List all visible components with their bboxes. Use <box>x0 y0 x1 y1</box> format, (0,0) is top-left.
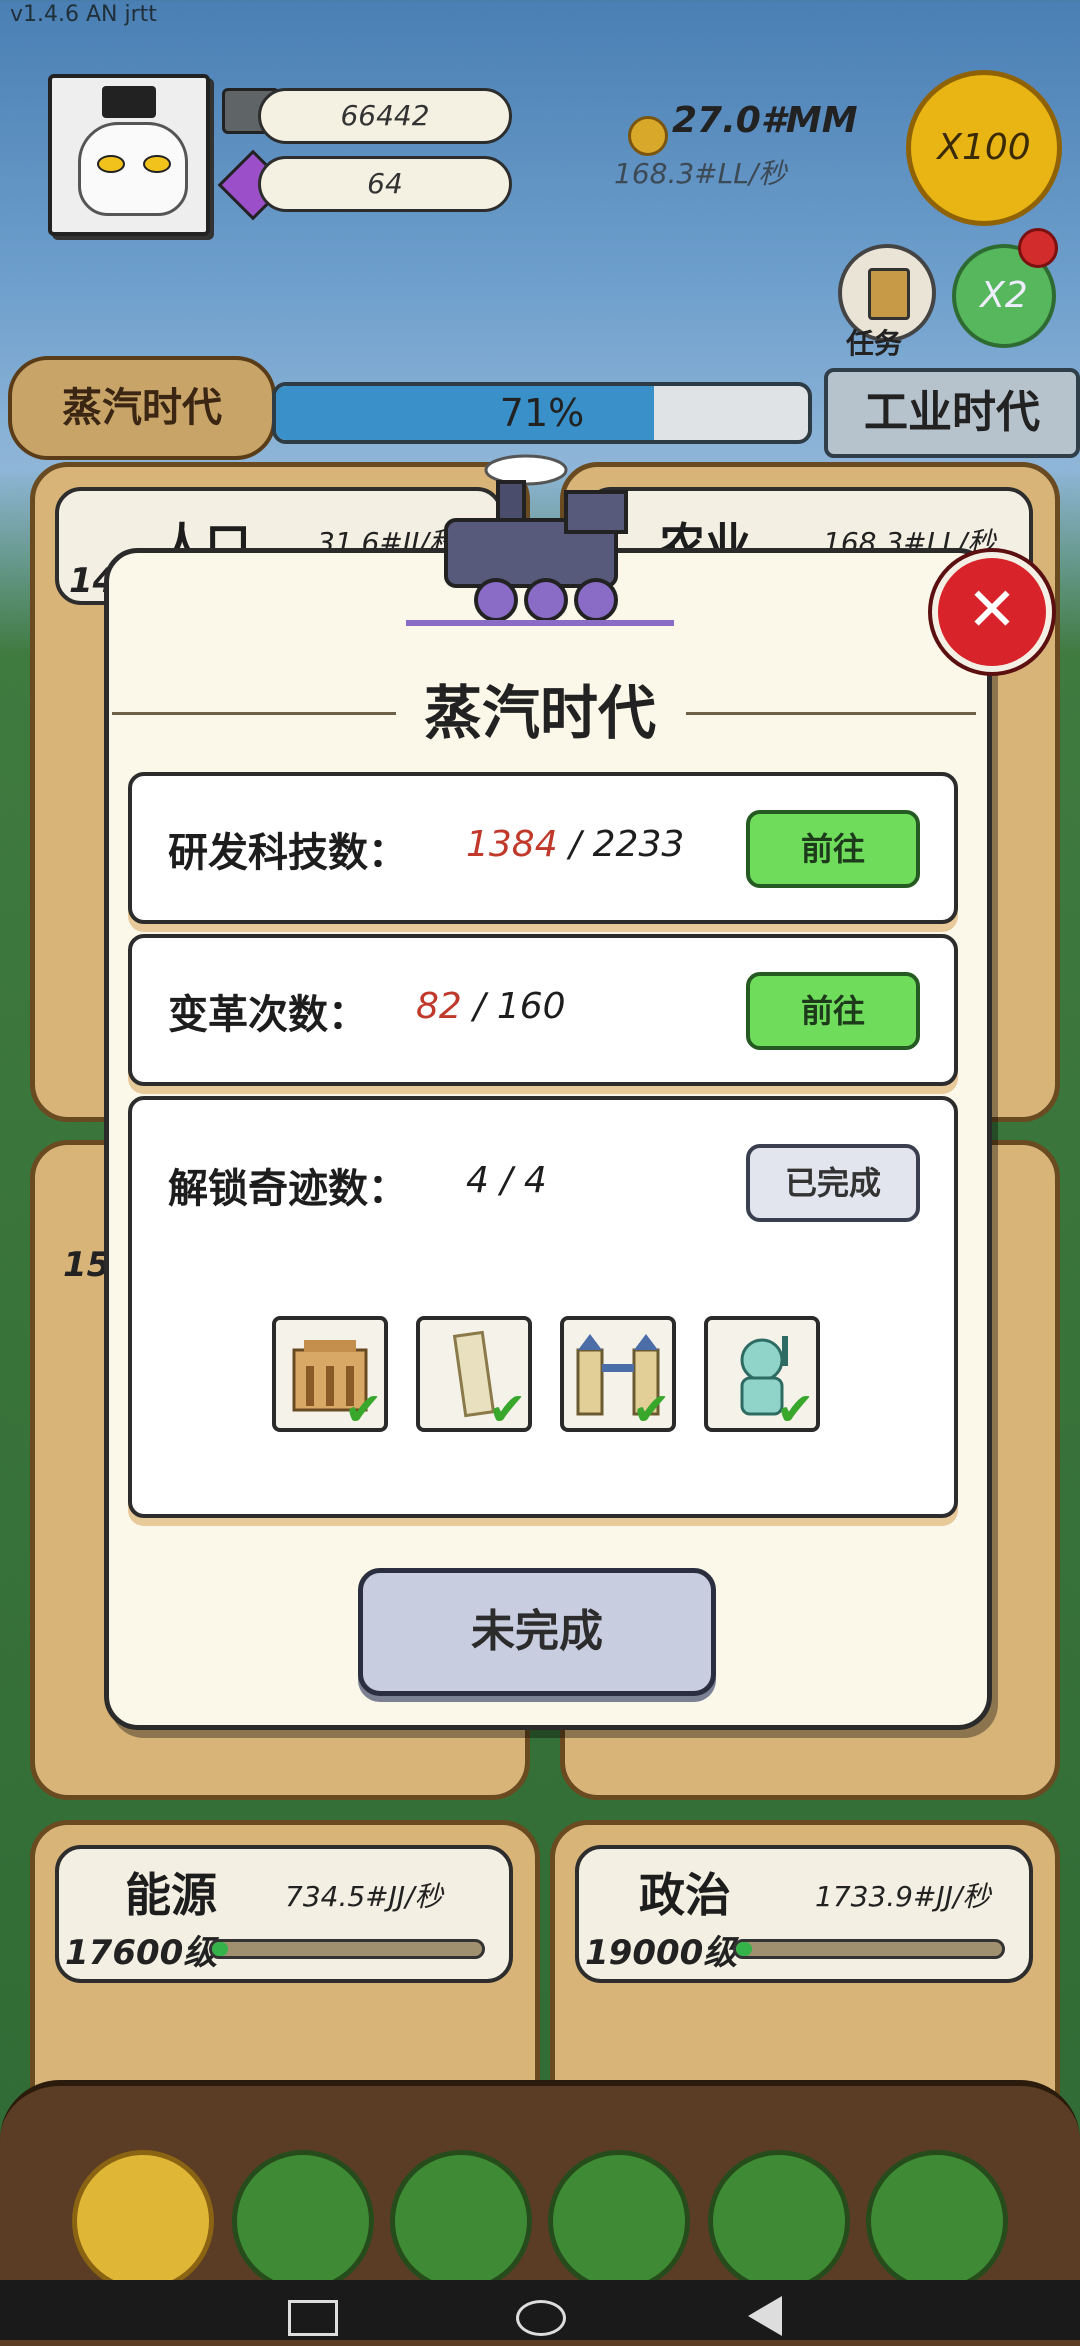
gem-counter: 64 <box>258 156 512 212</box>
recent-apps-icon[interactable] <box>288 2300 338 2336</box>
current-era-badge[interactable]: 蒸汽时代 <box>8 356 276 460</box>
coin-rate: 168.3#LL/秒 <box>614 157 787 190</box>
card-level: 17600级 <box>65 1933 218 1973</box>
row-total: 160 <box>496 986 566 1027</box>
tech-count-row: 研发科技数： 1384 / 2233 前往 <box>128 772 958 924</box>
close-button[interactable]: ✕ <box>932 552 1052 672</box>
card-progress-bar <box>209 1939 485 1959</box>
steam-train-icon <box>406 454 674 626</box>
row-separator: / <box>557 824 593 865</box>
row-value: 4 / 4 <box>466 1160 547 1201</box>
coin-icon <box>628 116 668 156</box>
row-value: 1384 / 2233 <box>466 824 684 865</box>
cat-face-icon <box>78 122 188 216</box>
top-hat-icon <box>102 86 156 118</box>
task-label: 任务 <box>846 327 903 360</box>
row-label: 解锁奇迹数： <box>168 1166 408 1212</box>
next-era-badge[interactable]: 工业时代 <box>824 368 1080 458</box>
card-rate: 734.5#JJ/秒 <box>285 1880 443 1913</box>
military-tent-icon <box>548 2150 690 2292</box>
player-avatar[interactable] <box>48 74 210 236</box>
row-current: 82 <box>416 986 462 1027</box>
check-icon: ✔ <box>632 1382 671 1436</box>
notification-dot <box>1018 228 1058 268</box>
develop-icon <box>72 2150 214 2292</box>
go-button[interactable]: 前往 <box>746 972 920 1050</box>
go-button[interactable]: 前往 <box>746 810 920 888</box>
era-progress-text: 71% <box>499 391 585 435</box>
row-value: 82 / 160 <box>416 986 566 1027</box>
multiplier-button[interactable]: X100 <box>906 70 1062 226</box>
war-swords-icon <box>390 2150 532 2292</box>
version-text: v1.4.6 AN jrtt <box>10 2 157 27</box>
card-title: 能源 <box>125 1868 217 1922</box>
iron-counter: 66442 <box>258 88 512 144</box>
back-icon[interactable] <box>748 2296 782 2336</box>
incomplete-button[interactable]: 未完成 <box>358 1568 716 1696</box>
card-level: 19000级 <box>585 1933 738 1973</box>
wonder-count-row: 解锁奇迹数： 4 / 4 已完成 ✔ ✔ ✔ ✔ <box>128 1096 958 1518</box>
check-icon: ✔ <box>776 1382 815 1436</box>
check-icon: ✔ <box>344 1382 383 1436</box>
clipboard-icon <box>868 268 910 320</box>
world-globe-icon <box>708 2150 850 2292</box>
reform-count-row: 变革次数： 82 / 160 前往 <box>128 934 958 1086</box>
title-divider <box>112 712 396 715</box>
row-separator: / <box>461 986 497 1027</box>
rabbit-portrait-icon <box>866 2150 1008 2292</box>
home-icon[interactable] <box>516 2300 566 2336</box>
title-divider <box>686 712 976 715</box>
row-label: 研发科技数： <box>168 830 408 876</box>
card-title: 政治 <box>639 1868 731 1922</box>
completed-button: 已完成 <box>746 1144 920 1222</box>
research-flask-icon <box>232 2150 374 2292</box>
card-rate: 1733.9#JJ/秒 <box>815 1880 991 1913</box>
row-total: 2233 <box>592 824 685 865</box>
dialog-title: 蒸汽时代 <box>423 679 656 747</box>
row-label: 变革次数： <box>168 992 368 1038</box>
coin-total: 27.0#MM <box>672 100 858 141</box>
check-icon: ✔ <box>488 1382 527 1436</box>
row-current: 1384 <box>466 824 558 865</box>
card-progress-bar <box>733 1939 1005 1959</box>
